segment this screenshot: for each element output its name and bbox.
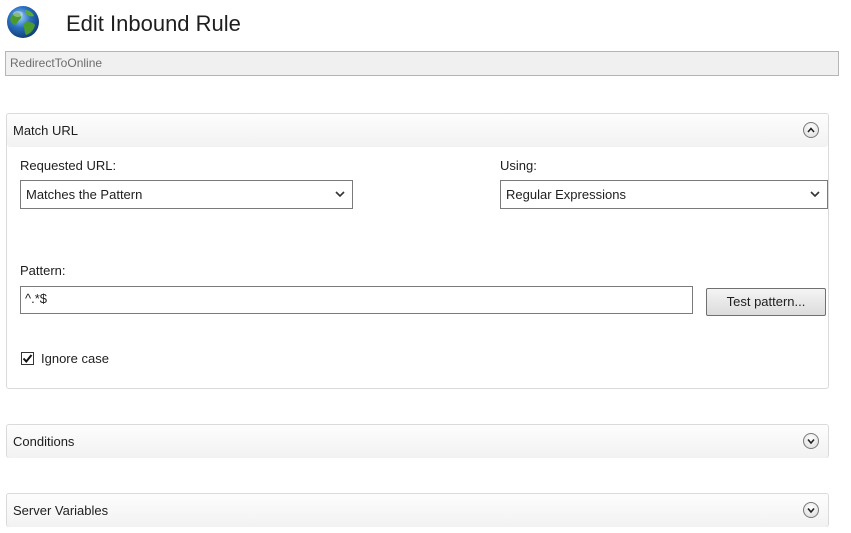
match-url-section: Match URL Requested URL: Matches the Pat… [6, 113, 829, 389]
collapse-toggle[interactable] [803, 122, 819, 138]
requested-url-label: Requested URL: [20, 158, 117, 173]
requested-url-value: Matches the Pattern [26, 187, 143, 202]
pattern-label: Pattern: [20, 263, 66, 278]
expand-toggle[interactable] [803, 502, 819, 518]
test-pattern-button[interactable]: Test pattern... [706, 288, 826, 316]
conditions-section: Conditions [6, 424, 829, 458]
checkmark-icon [22, 354, 33, 364]
using-value: Regular Expressions [506, 187, 626, 202]
requested-url-select[interactable]: Matches the Pattern [20, 180, 353, 209]
using-select[interactable]: Regular Expressions [500, 180, 828, 209]
chevron-down-icon [807, 507, 815, 514]
globe-icon [7, 6, 39, 38]
match-url-title: Match URL [13, 123, 79, 138]
rule-name-field[interactable]: RedirectToOnline [5, 51, 839, 76]
match-url-header[interactable]: Match URL [7, 114, 828, 147]
chevron-down-icon [807, 438, 815, 445]
server-variables-title: Server Variables [13, 503, 109, 518]
chevron-down-icon [810, 191, 820, 198]
conditions-header[interactable]: Conditions [7, 425, 828, 458]
chevron-down-icon [335, 191, 345, 198]
chevron-up-icon [807, 127, 815, 133]
ignore-case-checkbox[interactable] [21, 352, 34, 365]
expand-toggle[interactable] [803, 433, 819, 449]
page-title: Edit Inbound Rule [66, 11, 241, 36]
pattern-input[interactable]: ^.*$ [20, 286, 693, 314]
server-variables-header[interactable]: Server Variables [7, 494, 828, 527]
server-variables-section: Server Variables [6, 493, 829, 527]
conditions-title: Conditions [13, 434, 75, 449]
using-label: Using: [500, 158, 537, 173]
ignore-case-label: Ignore case [41, 351, 109, 366]
